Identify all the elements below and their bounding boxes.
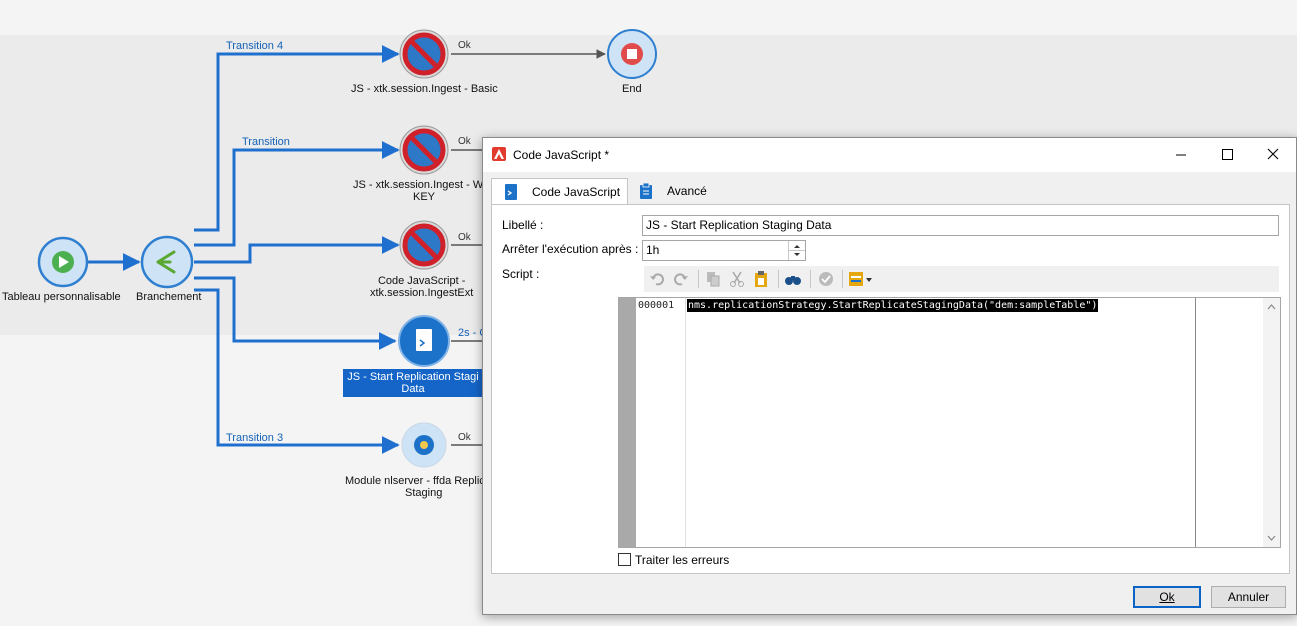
tab-avance-label: Avancé <box>667 184 707 198</box>
copy-icon[interactable] <box>704 270 722 288</box>
paste-icon[interactable] <box>752 270 770 288</box>
find-binoculars-icon[interactable] <box>784 270 802 288</box>
timeout-spinner[interactable] <box>788 241 805 260</box>
clipboard-icon <box>640 183 652 199</box>
libelle-input[interactable]: JS - Start Replication Staging Data <box>642 215 1279 236</box>
ok-button-label: Ok <box>1159 590 1175 604</box>
fork-node-label: Branchement <box>136 291 202 303</box>
tab-panel: Libellé : JS - Start Replication Staging… <box>491 204 1290 574</box>
toolbar-separator-2 <box>778 270 779 288</box>
libelle-label: Libellé : <box>502 218 544 232</box>
module-label-line1: Module nlserver - ffda Replic <box>345 475 485 487</box>
js-ext-label-line1: Code JavaScript - <box>377 275 466 287</box>
close-icon <box>1267 148 1279 160</box>
start-node-label: Tableau personnalisable <box>2 291 121 303</box>
transition-5[interactable] <box>194 276 397 350</box>
module-node[interactable] <box>401 422 447 468</box>
insert-menu-icon[interactable] <box>848 270 876 288</box>
spinner-arrows-icon <box>789 245 805 256</box>
transition-3[interactable] <box>194 288 400 454</box>
cut-icon[interactable] <box>728 270 746 288</box>
code-line[interactable]: nms.replicationStrategy.StartReplicateSt… <box>687 299 1099 312</box>
ok-label-1: Ok <box>458 40 471 51</box>
adobe-app-icon <box>492 147 506 161</box>
maximize-button[interactable] <box>1204 138 1250 172</box>
scroll-arrows-icon <box>1267 304 1276 541</box>
handle-errors-checkbox[interactable] <box>618 553 631 566</box>
gutter-divider <box>685 298 686 547</box>
js-ext-label-line2: xtk.session.IngestExt <box>370 287 474 299</box>
toolbar-separator-4 <box>842 270 843 288</box>
js-code-dialog: Code JavaScript * Code JavaScript Avancé… <box>482 137 1297 615</box>
timeout-input[interactable]: 1h <box>642 240 806 261</box>
module-label-line2: Staging <box>405 487 443 499</box>
dialog-titlebar[interactable]: Code JavaScript * <box>483 138 1296 172</box>
js-replication-node[interactable] <box>398 315 450 367</box>
ok-button[interactable]: Ok <box>1133 586 1201 608</box>
start-node[interactable] <box>37 236 89 288</box>
js-key-node[interactable] <box>399 125 449 175</box>
end-node[interactable] <box>607 29 657 79</box>
transition-2[interactable] <box>194 236 400 264</box>
js-file-icon <box>505 184 517 200</box>
transition-1-label: Transition <box>242 136 290 148</box>
cancel-button[interactable]: Annuler <box>1211 586 1286 608</box>
toolbar-separator <box>698 270 699 288</box>
end-node-label: End <box>622 83 642 95</box>
line-number: 000001 <box>638 300 675 311</box>
editor-margin-line <box>1195 298 1196 547</box>
js-replication-node-label: JS - Start Replication Stagi Data <box>343 369 483 397</box>
js-basic-node-label: JS - xtk.session.Ingest - Basic <box>351 83 498 95</box>
timeout-value: 1h <box>646 243 660 257</box>
module-node-label: Module nlserver - ffda Replic Staging <box>345 475 485 499</box>
toolbar-separator-3 <box>810 270 811 288</box>
js-replication-label-line2: Data <box>401 383 425 395</box>
timeout-label: Arrêter l'exécution après : <box>502 242 639 256</box>
ok-label-2: Ok <box>458 136 471 147</box>
tab-code-javascript-label: Code JavaScript <box>532 185 621 199</box>
js-replication-label-line1: JS - Start Replication Stagi <box>347 371 479 383</box>
maximize-icon <box>1222 149 1233 160</box>
transition-4-label: Transition 4 <box>226 40 284 52</box>
js-basic-node[interactable] <box>399 29 449 79</box>
redo-icon[interactable] <box>672 270 690 288</box>
js-ext-node[interactable] <box>399 220 449 270</box>
js-ext-node-label: Code JavaScript - xtk.session.IngestExt <box>370 275 473 299</box>
dialog-title: Code JavaScript * <box>513 148 610 162</box>
script-editor[interactable]: 000001 nms.replicationStrategy.StartRepl… <box>618 297 1281 548</box>
close-button[interactable] <box>1250 138 1296 172</box>
js-key-node-label: JS - xtk.session.Ingest - W KEY <box>353 179 483 203</box>
editor-gutter <box>619 298 636 547</box>
fork-node[interactable] <box>140 235 194 289</box>
ok-label-3: Ok <box>458 232 471 243</box>
transition-4[interactable] <box>194 45 400 232</box>
editor-vertical-scrollbar[interactable] <box>1263 298 1280 547</box>
script-toolbar <box>644 266 1279 292</box>
check-syntax-icon[interactable] <box>817 270 835 288</box>
handle-errors-label: Traiter les erreurs <box>635 553 730 567</box>
tab-avance[interactable]: Avancé <box>627 178 717 204</box>
js-key-label-line1: JS - xtk.session.Ingest - W <box>353 179 484 191</box>
transition-3-label: Transition 3 <box>226 432 284 444</box>
undo-icon[interactable] <box>648 270 666 288</box>
tab-code-javascript[interactable]: Code JavaScript <box>491 178 628 205</box>
js-key-label-line2: KEY <box>413 191 436 203</box>
script-label: Script : <box>502 267 540 281</box>
minimize-button[interactable] <box>1158 138 1204 172</box>
ok-label-5: Ok <box>458 432 471 443</box>
minimize-icon <box>1176 154 1186 156</box>
